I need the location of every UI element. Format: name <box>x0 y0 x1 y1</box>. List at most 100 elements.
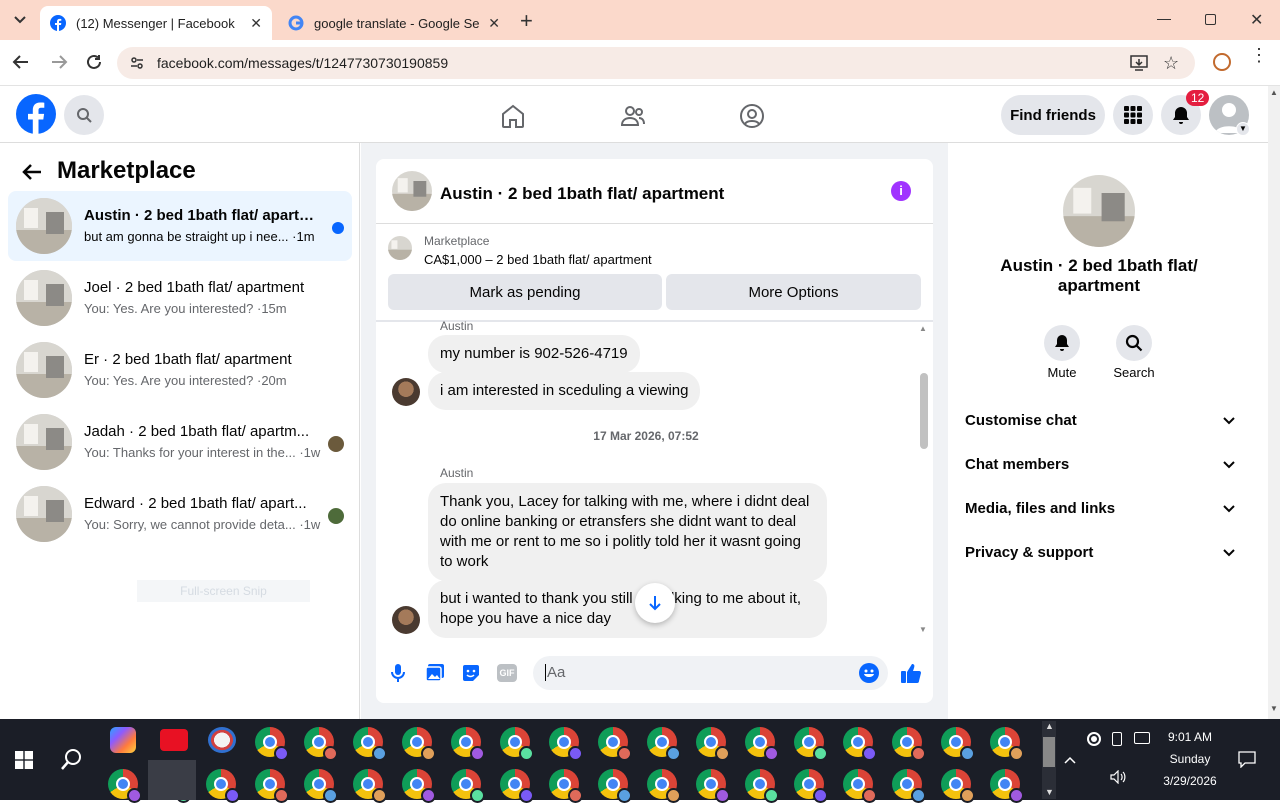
record-icon[interactable] <box>1087 732 1101 746</box>
section-customise-chat[interactable]: Customise chat <box>965 412 1235 429</box>
chrome-icon[interactable] <box>255 727 289 761</box>
info-icon[interactable]: i <box>891 181 911 201</box>
chrome-icon[interactable] <box>843 769 877 803</box>
account-chevron-icon[interactable]: ▼ <box>1236 122 1250 136</box>
chrome-icon[interactable] <box>647 769 681 803</box>
section-privacy-support[interactable]: Privacy & support <box>965 544 1235 561</box>
chrome-icon[interactable] <box>598 769 632 803</box>
close-icon[interactable]: ✕ <box>250 15 262 32</box>
chrome-icon[interactable] <box>549 769 583 803</box>
tab-messenger[interactable]: (12) Messenger | Facebook ✕ <box>40 6 272 40</box>
microphone-icon[interactable] <box>391 663 405 688</box>
new-tab-button[interactable]: + <box>520 8 533 34</box>
browser-menu-icon[interactable]: ⋮ <box>1250 46 1268 64</box>
chat-scrollbar[interactable]: ▲ ▼ <box>919 324 929 636</box>
sticker-icon[interactable] <box>461 663 481 688</box>
conversation-item[interactable]: Jadah · 2 bed 1bath flat/ apartm... You:… <box>8 407 352 477</box>
chrome-icon[interactable] <box>794 727 828 761</box>
restore-button[interactable] <box>1205 14 1216 25</box>
chrome-icon[interactable] <box>990 769 1024 803</box>
facebook-search-button[interactable] <box>64 95 104 135</box>
message-bubble[interactable]: but i wanted to thank you still for talk… <box>428 580 827 638</box>
chrome-icon[interactable] <box>206 769 240 803</box>
chrome-icon[interactable] <box>402 727 436 761</box>
chrome-icon[interactable] <box>108 769 142 803</box>
clock-date[interactable]: 3/29/2026 <box>1160 774 1220 788</box>
gif-icon[interactable]: GIF <box>497 664 517 682</box>
forward-arrow-icon[interactable] <box>50 53 68 76</box>
chrome-icon[interactable] <box>549 727 583 761</box>
friends-icon[interactable] <box>620 103 646 134</box>
back-arrow-icon[interactable] <box>12 53 30 76</box>
chrome-icon[interactable] <box>451 727 485 761</box>
search-icon[interactable] <box>60 747 84 776</box>
message-bubble[interactable]: Thank you, Lacey for talking with me, wh… <box>428 483 827 581</box>
install-app-icon[interactable] <box>1130 54 1148 77</box>
more-options-button[interactable]: More Options <box>666 274 921 310</box>
chrome-icon[interactable] <box>941 769 975 803</box>
copilot-icon[interactable] <box>110 727 136 753</box>
chrome-icon[interactable] <box>647 727 681 761</box>
conversation-item[interactable]: Edward · 2 bed 1bath flat/ apart... You:… <box>8 479 352 549</box>
volume-icon[interactable] <box>1110 769 1126 789</box>
chrome-icon[interactable] <box>353 727 387 761</box>
windows-start-icon[interactable] <box>15 751 33 774</box>
chrome-icon[interactable] <box>990 727 1024 761</box>
tray-overflow-icon[interactable] <box>1064 751 1076 769</box>
menu-grid-button[interactable] <box>1113 95 1153 135</box>
photo-icon[interactable] <box>425 663 445 688</box>
scroll-up-arrow[interactable]: ▲ <box>919 324 927 333</box>
clock-time[interactable]: 9:01 AM <box>1160 730 1220 744</box>
scroll-down-arrow[interactable]: ▼ <box>1270 704 1278 713</box>
chrome-icon[interactable] <box>402 769 436 803</box>
conversation-item[interactable]: Er · 2 bed 1bath flat/ apartment You: Ye… <box>8 335 352 405</box>
section-chat-members[interactable]: Chat members <box>965 456 1235 473</box>
omnibox[interactable]: facebook.com/messages/t/1247730730190859… <box>117 47 1195 79</box>
scroll-thumb[interactable] <box>920 373 928 449</box>
site-info-icon[interactable] <box>129 55 145 76</box>
mute-button[interactable] <box>1044 325 1080 361</box>
notifications-button[interactable]: 12 <box>1161 90 1210 135</box>
message-bubble[interactable]: i am interested in sceduling a viewing <box>428 372 701 410</box>
emoji-icon[interactable] <box>859 663 879 688</box>
chrome-icon[interactable] <box>892 727 926 761</box>
close-icon[interactable]: ✕ <box>488 15 500 32</box>
message-input[interactable]: Aa <box>533 656 888 690</box>
notification-center-icon[interactable] <box>1238 750 1256 773</box>
chrome-icon[interactable] <box>696 727 730 761</box>
section-media-files[interactable]: Media, files and links <box>965 500 1235 517</box>
scroll-down-arrow[interactable]: ▼ <box>919 625 927 634</box>
tab-google-search[interactable]: google translate - Google Searc ✕ <box>278 6 510 40</box>
thumbs-up-icon[interactable] <box>900 662 922 689</box>
scroll-down-arrow[interactable]: ▼ <box>1045 787 1054 797</box>
facebook-logo-icon[interactable] <box>16 94 56 139</box>
mark-pending-button[interactable]: Mark as pending <box>388 274 662 310</box>
scroll-thumb[interactable] <box>1043 737 1055 767</box>
scroll-to-bottom-button[interactable] <box>635 583 675 623</box>
chrome-icon[interactable] <box>304 769 338 803</box>
conversation-item[interactable]: Joel · 2 bed 1bath flat/ apartment You: … <box>8 263 352 333</box>
chrome-icon[interactable] <box>255 769 289 803</box>
app-icon[interactable] <box>208 727 236 753</box>
chrome-icon[interactable] <box>304 727 338 761</box>
chrome-icon[interactable] <box>598 727 632 761</box>
network-icon[interactable] <box>1134 732 1150 744</box>
search-in-chat-button[interactable] <box>1116 325 1152 361</box>
chrome-icon[interactable] <box>941 727 975 761</box>
bookmark-star-icon[interactable]: ☆ <box>1163 53 1179 74</box>
scroll-up-arrow[interactable]: ▲ <box>1270 88 1278 97</box>
page-scrollbar[interactable]: ▲ ▼ <box>1268 86 1280 719</box>
scroll-up-arrow[interactable]: ▲ <box>1045 721 1054 731</box>
reload-icon[interactable] <box>85 53 103 76</box>
chrome-icon[interactable] <box>500 769 534 803</box>
chrome-icon[interactable] <box>794 769 828 803</box>
chrome-icon[interactable] <box>843 727 877 761</box>
conversation-item[interactable]: Austin · 2 bed 1bath flat/ apartm... but… <box>8 191 352 261</box>
find-friends-button[interactable]: Find friends <box>1001 95 1105 135</box>
listing-detail[interactable]: CA$1,000 – 2 bed 1bath flat/ apartment <box>424 252 652 267</box>
chrome-icon[interactable] <box>696 769 730 803</box>
device-icon[interactable] <box>1112 732 1122 746</box>
tab-search-button[interactable] <box>8 8 32 32</box>
clock-day[interactable]: Sunday <box>1160 752 1220 766</box>
taskbar-scrollbar[interactable]: ▲ ▼ <box>1042 721 1056 799</box>
